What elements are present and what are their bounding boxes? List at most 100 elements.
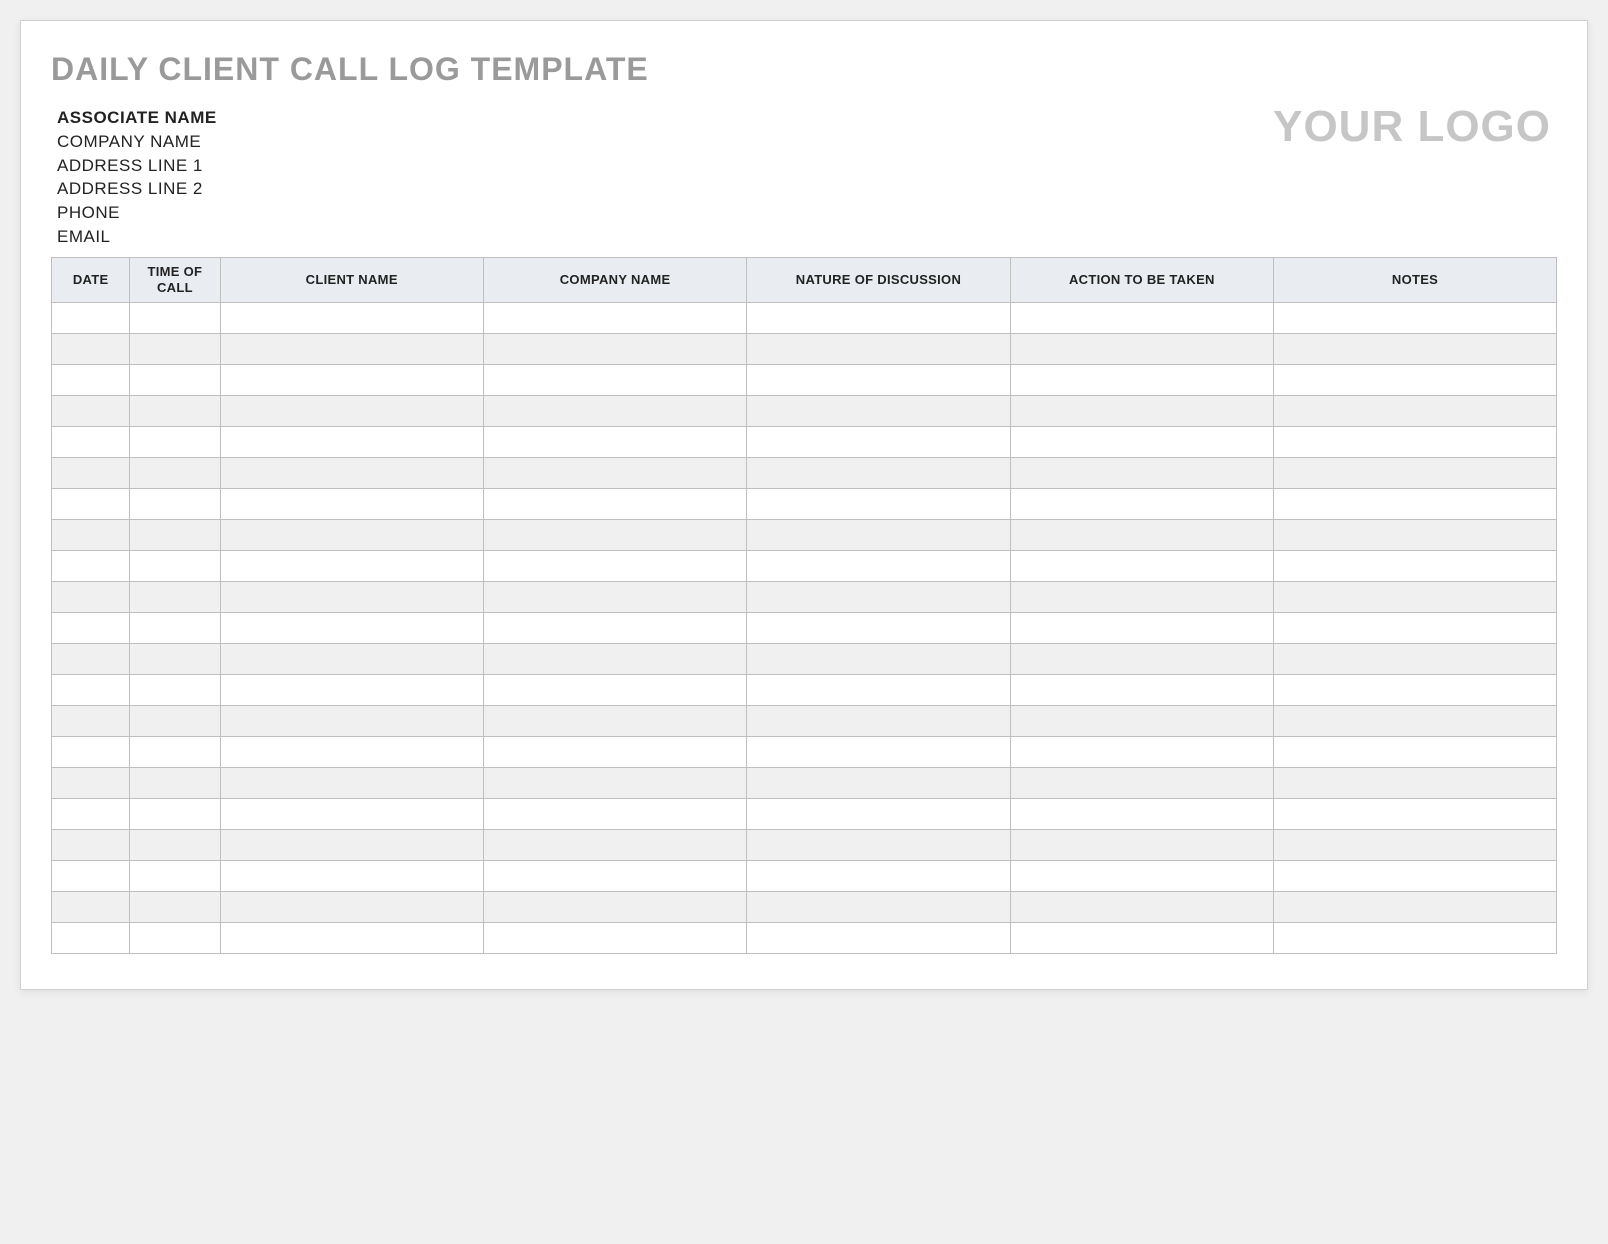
table-cell[interactable] [747,799,1010,830]
table-cell[interactable] [130,706,220,737]
table-cell[interactable] [130,551,220,582]
table-cell[interactable] [483,489,746,520]
table-cell[interactable] [130,923,220,954]
table-cell[interactable] [1274,551,1557,582]
table-cell[interactable] [130,737,220,768]
table-cell[interactable] [52,923,130,954]
table-cell[interactable] [130,768,220,799]
table-cell[interactable] [483,923,746,954]
table-cell[interactable] [1010,706,1273,737]
table-cell[interactable] [1274,799,1557,830]
table-cell[interactable] [220,737,483,768]
table-cell[interactable] [52,303,130,334]
table-cell[interactable] [747,458,1010,489]
table-cell[interactable] [220,706,483,737]
table-cell[interactable] [220,427,483,458]
table-cell[interactable] [1274,923,1557,954]
table-cell[interactable] [1010,551,1273,582]
table-cell[interactable] [483,830,746,861]
table-cell[interactable] [130,644,220,675]
table-cell[interactable] [1010,768,1273,799]
table-cell[interactable] [483,768,746,799]
table-cell[interactable] [747,427,1010,458]
table-cell[interactable] [747,644,1010,675]
table-cell[interactable] [483,458,746,489]
table-cell[interactable] [220,582,483,613]
table-cell[interactable] [1274,768,1557,799]
table-cell[interactable] [52,520,130,551]
table-cell[interactable] [747,582,1010,613]
table-cell[interactable] [220,923,483,954]
table-cell[interactable] [483,303,746,334]
table-cell[interactable] [1010,489,1273,520]
table-cell[interactable] [130,396,220,427]
table-cell[interactable] [1010,830,1273,861]
table-cell[interactable] [220,551,483,582]
table-cell[interactable] [52,365,130,396]
table-cell[interactable] [483,365,746,396]
table-cell[interactable] [1274,737,1557,768]
table-cell[interactable] [747,923,1010,954]
table-cell[interactable] [1010,799,1273,830]
table-cell[interactable] [220,830,483,861]
table-cell[interactable] [130,582,220,613]
table-cell[interactable] [52,644,130,675]
table-cell[interactable] [1274,830,1557,861]
table-cell[interactable] [1010,923,1273,954]
table-cell[interactable] [747,768,1010,799]
table-cell[interactable] [1274,427,1557,458]
table-cell[interactable] [1010,675,1273,706]
table-cell[interactable] [220,644,483,675]
table-cell[interactable] [747,303,1010,334]
table-cell[interactable] [130,520,220,551]
table-cell[interactable] [220,892,483,923]
table-cell[interactable] [130,365,220,396]
table-cell[interactable] [52,458,130,489]
table-cell[interactable] [52,675,130,706]
table-cell[interactable] [1274,582,1557,613]
table-cell[interactable] [52,551,130,582]
table-cell[interactable] [483,520,746,551]
table-cell[interactable] [1274,675,1557,706]
table-cell[interactable] [220,520,483,551]
table-cell[interactable] [130,613,220,644]
table-cell[interactable] [1010,892,1273,923]
table-cell[interactable] [130,830,220,861]
table-cell[interactable] [1010,582,1273,613]
table-cell[interactable] [220,458,483,489]
table-cell[interactable] [52,737,130,768]
table-cell[interactable] [52,427,130,458]
table-cell[interactable] [1010,861,1273,892]
table-cell[interactable] [483,334,746,365]
table-cell[interactable] [1010,334,1273,365]
table-cell[interactable] [1274,334,1557,365]
table-cell[interactable] [1010,365,1273,396]
table-cell[interactable] [483,799,746,830]
table-cell[interactable] [483,582,746,613]
table-cell[interactable] [130,675,220,706]
table-cell[interactable] [52,582,130,613]
table-cell[interactable] [747,365,1010,396]
table-cell[interactable] [52,892,130,923]
table-cell[interactable] [747,830,1010,861]
table-cell[interactable] [747,675,1010,706]
table-cell[interactable] [1274,365,1557,396]
table-cell[interactable] [1010,458,1273,489]
table-cell[interactable] [1274,706,1557,737]
table-cell[interactable] [483,613,746,644]
table-cell[interactable] [52,768,130,799]
table-cell[interactable] [220,613,483,644]
table-cell[interactable] [483,737,746,768]
table-cell[interactable] [220,489,483,520]
table-cell[interactable] [483,892,746,923]
table-cell[interactable] [483,644,746,675]
table-cell[interactable] [747,892,1010,923]
table-cell[interactable] [130,334,220,365]
table-cell[interactable] [1274,489,1557,520]
table-cell[interactable] [1010,613,1273,644]
table-cell[interactable] [220,396,483,427]
table-cell[interactable] [130,892,220,923]
table-cell[interactable] [130,427,220,458]
table-cell[interactable] [1010,396,1273,427]
table-cell[interactable] [1274,861,1557,892]
